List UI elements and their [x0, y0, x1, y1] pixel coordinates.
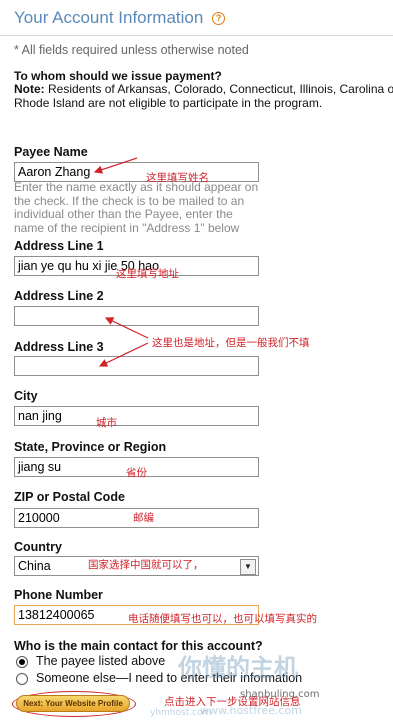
annotation-arrow-icon [104, 317, 149, 339]
annotation-phone: 电话随便填写也可以，也可以填写真实的 [128, 613, 317, 625]
annotation-province: 省份 [126, 467, 147, 479]
watermark-brand: 你懂的主机 [178, 654, 298, 682]
annotation-country: 国家选择中国就可以了， [88, 559, 204, 571]
watermark-overlay: yhmhost.com [150, 708, 212, 718]
watermark-site: shanbuling.com [240, 689, 320, 700]
annotation-arrow-icon [98, 342, 149, 367]
annotation-arrow-icon [93, 157, 138, 174]
watermark-url: www.hostfree.com [200, 704, 302, 717]
annotation-address-extra: 这里也是地址，但是一般我们不填 [152, 337, 310, 349]
annotation-zip: 邮编 [133, 512, 154, 524]
annotation-address: 这里填写地址 [116, 268, 179, 280]
annotation-name: 这里填写姓名 [146, 172, 209, 184]
annotation-city: 城市 [96, 417, 117, 429]
